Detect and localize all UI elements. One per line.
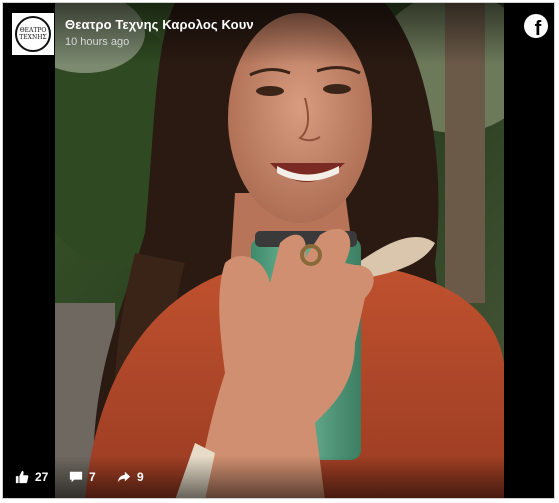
- page-name-link[interactable]: Θεατρο Τεχνης Καρολος Κουν: [65, 17, 254, 32]
- comments-count: 7: [89, 470, 96, 484]
- thumbs-up-icon: [15, 470, 29, 484]
- facebook-icon[interactable]: f: [524, 14, 548, 38]
- likes-count: 27: [35, 470, 49, 484]
- post-timestamp[interactable]: 10 hours ago: [65, 36, 129, 48]
- post-header: ΘΕΑΤΡΟ ΤΕΧΝΗΣ Θεατρο Τεχνης Καρολος Κουν…: [3, 3, 554, 65]
- theatre-logo: ΘΕΑΤΡΟ ΤΕΧΝΗΣ: [15, 16, 51, 52]
- avatar-text-line2: ΤΕΧΝΗΣ: [19, 34, 47, 41]
- shares-count: 9: [137, 470, 144, 484]
- comments-count-button[interactable]: 7: [69, 470, 96, 484]
- likes-count-button[interactable]: 27: [15, 470, 48, 484]
- facebook-post-embed: ΘΕΑΤΡΟ ΤΕΧΝΗΣ Θεατρο Τεχνης Καρολος Κουν…: [2, 2, 555, 499]
- facebook-logo-letter: f: [534, 18, 542, 38]
- avatar-text-line1: ΘΕΑΤΡΟ: [19, 27, 47, 34]
- photo-woman-with-cup: [55, 3, 504, 498]
- page-avatar[interactable]: ΘΕΑΤΡΟ ΤΕΧΝΗΣ: [12, 13, 54, 55]
- shares-count-button[interactable]: 9: [117, 470, 144, 484]
- share-icon: [117, 471, 131, 483]
- post-footer: 27 7 9: [3, 456, 554, 498]
- comment-icon: [69, 471, 83, 483]
- post-photo[interactable]: [55, 3, 504, 498]
